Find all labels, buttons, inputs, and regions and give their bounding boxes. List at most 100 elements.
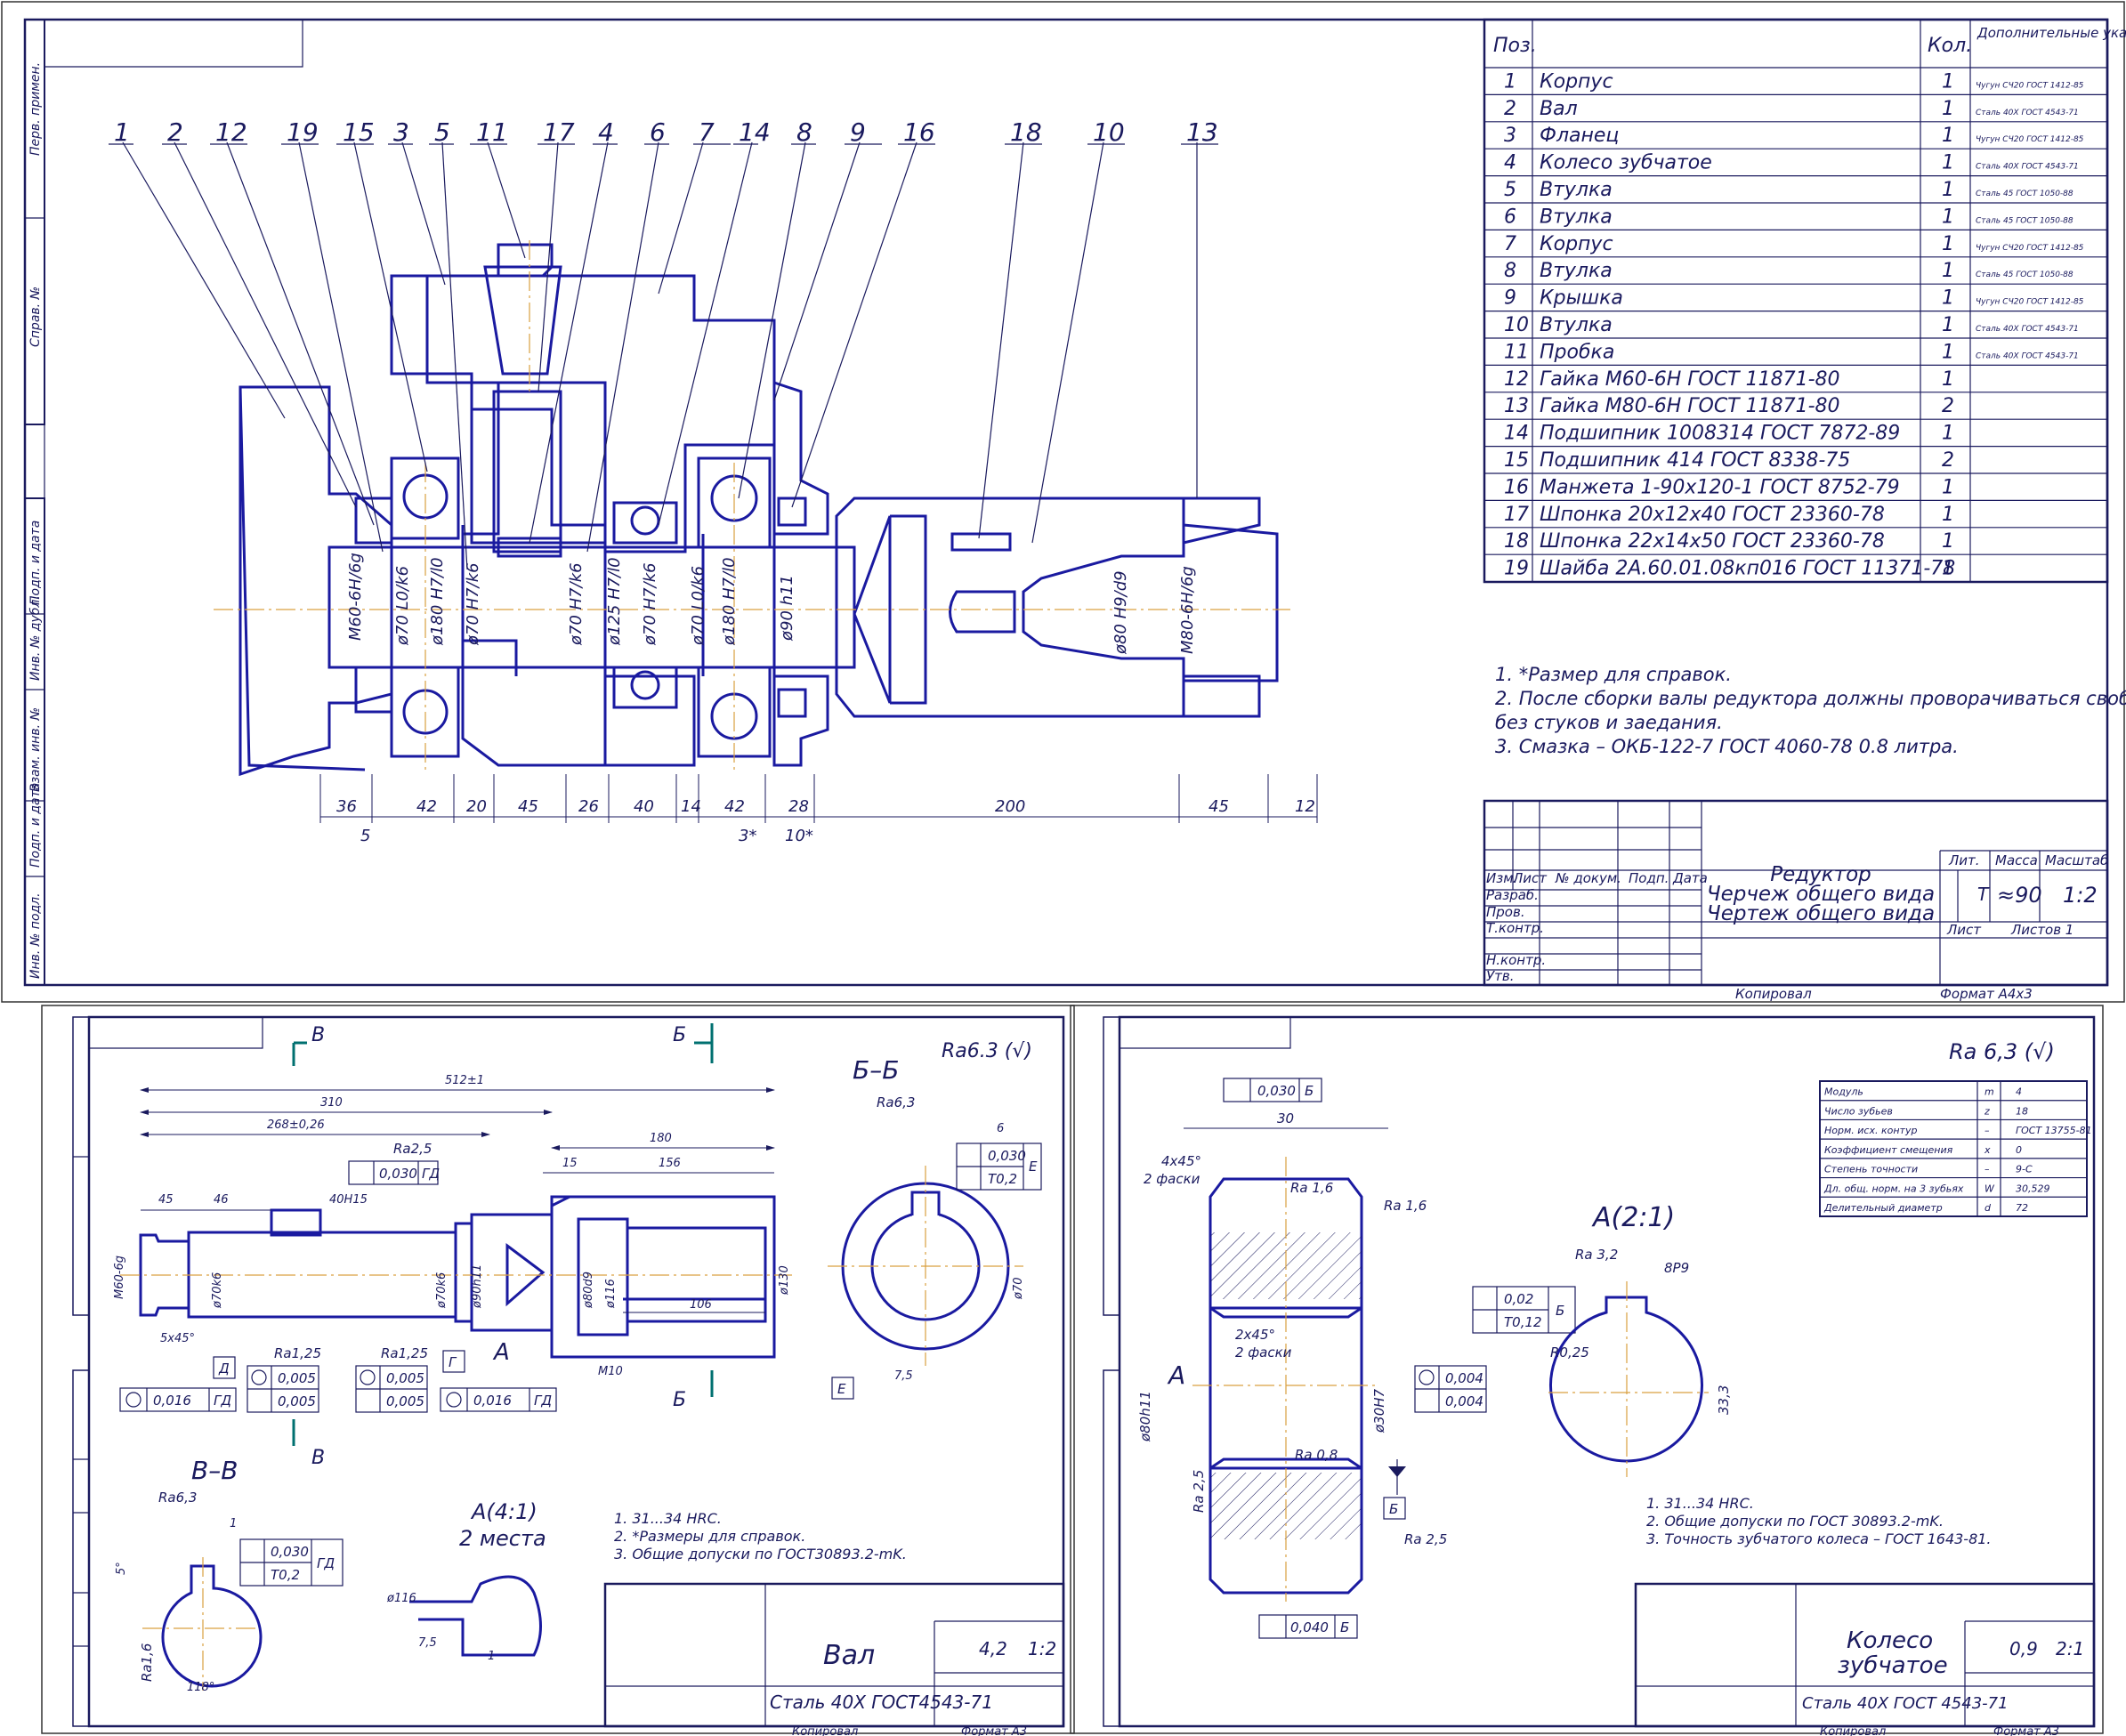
side-label: Подп. и дата (28, 783, 43, 868)
note-line: 3. Точность зубчатого колеса – ГОСТ 1643… (1646, 1530, 1992, 1547)
bom-qty: 1 (1942, 368, 1954, 391)
tb-copied: Копировал (1735, 986, 1812, 1002)
tol-value: Т0,2 (271, 1567, 300, 1583)
roughness: Ra6,3 (877, 1094, 915, 1110)
bom-name: Шпонка 20х12х40 ГОСТ 23360-78 (1540, 504, 1885, 526)
balloon: 5 (434, 117, 450, 147)
note-line: 2. После сборки валы редуктора должны пр… (1495, 688, 2126, 709)
tb-sheets: Листов 1 (2010, 922, 2073, 938)
param-sym: m (1985, 1086, 1994, 1098)
tol-datum: Б (1556, 1303, 1564, 1319)
bom-qty: 2 (1942, 395, 1954, 417)
balloon: 12 (215, 117, 247, 147)
dim-333: 33,3 (1716, 1385, 1732, 1415)
dim-d80h11: ø80h11 (1137, 1391, 1153, 1442)
gear-roughness-main: Ra 6,3 (√) (1949, 1039, 2055, 1064)
shaft-title-block: Вал Сталь 40Х ГОСТ4543-71 4,2 1:2 Копиро… (603, 1582, 1065, 1736)
dim-75: 5° (115, 1562, 128, 1575)
tol-value: 0,004 (1445, 1370, 1483, 1386)
side-label: Перв. примен. (28, 62, 43, 156)
bom-name: Втулка (1540, 206, 1613, 228)
param-sym: W (1985, 1183, 1995, 1194)
bom-name: Корпус (1540, 233, 1613, 255)
note-line: 3. Общие допуски по ГОСТ30893.2-mK. (614, 1546, 907, 1562)
dim-14: 14 (681, 797, 701, 816)
balloon: 14 (739, 117, 771, 147)
balloon: 18 (1010, 117, 1042, 147)
datum-b: Б (1389, 1501, 1398, 1517)
assembly-notes: 1. *Размер для справок. 2. После сборки … (1495, 664, 2126, 757)
tol-value: 0,030 (379, 1166, 417, 1182)
bom-name: Пробка (1540, 341, 1614, 363)
bom-name: Втулка (1540, 179, 1613, 201)
shaft-notes: 1. 31...34 HRC. 2. *Размеры для справок.… (614, 1510, 907, 1562)
tb-lit: Лит. (1948, 852, 1980, 868)
dim-28: 28 (788, 797, 809, 816)
marker-b2: Б (673, 1389, 686, 1411)
fit-label: ø70 L0/k6 (689, 566, 707, 646)
bom-qty: 2 (1942, 449, 1954, 472)
view-a: А (1167, 1361, 1185, 1390)
bom-qty: 1 (1942, 233, 1954, 255)
bom-header: Поз. Кол. Дополнительные указания (1493, 25, 2126, 57)
gear-scale: 2:1 (2056, 1638, 2084, 1659)
fit-label: ø70 H7/k6 (567, 562, 586, 646)
bom-qty: 1 (1942, 558, 1954, 580)
balloon-labels: 1 2 12 19 15 3 5 11 17 4 6 7 14 8 9 16 1… (109, 117, 1218, 147)
roughness: Ra 1,6 (1384, 1198, 1427, 1214)
roughness: Ra 2,5 (1404, 1531, 1447, 1547)
bom-note: Чугун СЧ20 ГОСТ 1412-85 (1976, 244, 2084, 253)
gear-drawing (1192, 1157, 1406, 1602)
bom-name: Шпонка 22х14х50 ГОСТ 23360-78 (1540, 530, 1885, 553)
dim-d116: ø116 (604, 1279, 618, 1309)
balloon: 10 (1093, 117, 1125, 147)
bom-qty: 1 (1942, 476, 1954, 498)
dimension-chain: 36 42 20 45 26 40 14 42 28 200 45 12 5 3… (319, 774, 1318, 845)
side-label: Подп. и дата (28, 521, 43, 605)
dim-chamfer2: 2x45° (1235, 1327, 1275, 1343)
dim-26: 26 (578, 797, 599, 816)
dim-5: 5 (360, 827, 370, 845)
tol-datum: Е (1029, 1159, 1038, 1175)
tol-value: 0,016 (153, 1393, 191, 1409)
tb-nkontr: Н.контр. (1486, 952, 1546, 968)
bom-qty: 1 (1942, 314, 1954, 336)
dim-d80: ø80d9 (582, 1272, 595, 1309)
bom-name: Гайка М80-6Н ГОСТ 11871-80 (1540, 395, 1840, 417)
roughness: Ra1,25 (381, 1345, 428, 1361)
tb-name3: Чертеж общего вида (1707, 902, 1935, 925)
balloon: 13 (1186, 117, 1218, 147)
balloon: 4 (598, 117, 614, 147)
bom-name: Гайка М60-6Н ГОСТ 11871-80 (1540, 368, 1840, 391)
tol-value: 0,005 (278, 1393, 316, 1409)
param-val: 30,529 (2016, 1183, 2050, 1194)
gear-name2: зубчатое (1838, 1652, 1948, 1679)
roughness: Ra6,3 (158, 1490, 197, 1506)
balloon: 9 (850, 117, 866, 147)
note-line: без стуков и заедания. (1495, 712, 1723, 733)
datum-g: Г (449, 1354, 457, 1370)
bom-name: Втулка (1540, 314, 1613, 336)
dim-1: ø116 (386, 1592, 416, 1605)
shaft-sheet: 512±1 310 268±0,26 180 15 156 45 46 40H1… (41, 1005, 1075, 1736)
param-sym: z (1984, 1105, 1990, 1117)
balloon: 16 (903, 117, 935, 147)
gear-title-block: Колесо зубчатое Сталь 40Х ГОСТ 4543-71 0… (1634, 1582, 2096, 1736)
dim-5deg: 7,5 (418, 1636, 437, 1650)
param-val: 18 (2016, 1105, 2028, 1117)
balloon: 1 (114, 117, 130, 147)
bom-pos: 10 (1504, 314, 1529, 336)
balloon: 15 (343, 117, 375, 147)
section-vv: В–В Ra6,3 0,030 ГД Т0,2 1 5° 118° Ra1,6 (115, 1456, 344, 1694)
roughness: Ra1,6 (139, 1643, 155, 1682)
bom-rows: 1 Корпус 1 Чугун СЧ20 ГОСТ 1412-85 2 Вал 1 Стал… (1484, 70, 2107, 583)
drawing-sheet: Перв. примен. Справ. № Подп. и дата Инв.… (1, 1, 2126, 1736)
dim-40: 40 (634, 797, 654, 816)
bom-name: Шайба 2А.60.01.08кп016 ГОСТ 11371-78 (1540, 558, 1955, 580)
bom-name: Колесо зубчатое (1540, 152, 1712, 174)
tol-value: Т0,12 (1504, 1314, 1542, 1330)
dim-45b: 45 (1209, 797, 1229, 816)
param-sym: – (1985, 1125, 1990, 1136)
view-a-title: А(4:1) (470, 1499, 538, 1524)
roughness: Ra1,25 (274, 1345, 321, 1361)
